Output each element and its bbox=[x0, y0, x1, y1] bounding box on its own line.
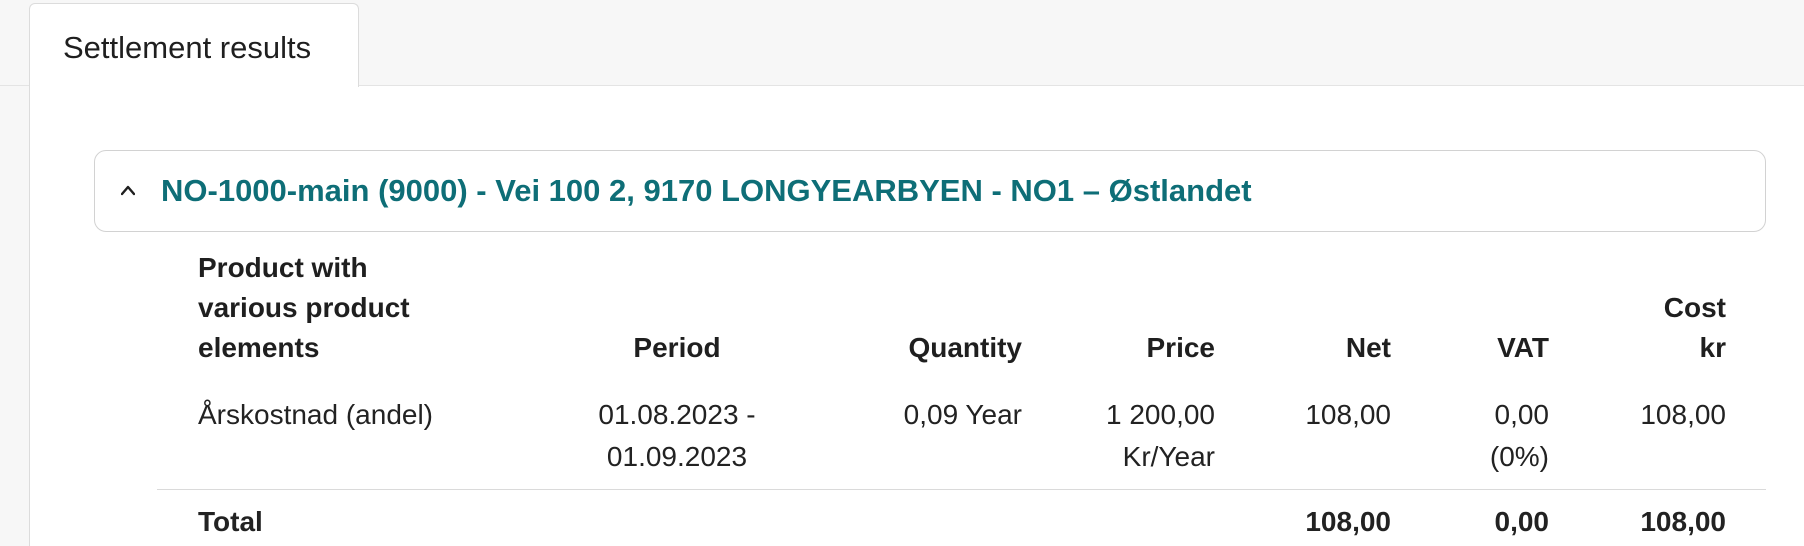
header-quantity: Quantity bbox=[908, 332, 1022, 363]
chevron-up-icon[interactable] bbox=[121, 183, 135, 197]
metering-point-title: NO-1000-main (9000) - Vei 100 2, 9170 LO… bbox=[161, 173, 1252, 208]
tab-label: Settlement results bbox=[63, 30, 312, 65]
tab-bar: Settlement results bbox=[0, 0, 1804, 87]
header-product-line2: various product bbox=[198, 292, 410, 323]
total-cost: 108,00 bbox=[1640, 506, 1726, 537]
cell-product: Årskostnad (andel) bbox=[198, 399, 434, 430]
total-vat: 0,00 bbox=[1494, 506, 1550, 537]
cell-period-start: 01.08.2023 - bbox=[598, 399, 756, 430]
header-price: Price bbox=[1146, 332, 1216, 363]
cell-vat: 0,00 bbox=[1494, 399, 1550, 430]
cell-cost: 108,00 bbox=[1640, 399, 1726, 430]
total-label: Total bbox=[198, 506, 263, 537]
cell-period-end: 01.09.2023 bbox=[606, 441, 748, 472]
cell-price: 1 200,00 bbox=[1106, 399, 1215, 430]
cell-price-unit: Kr/Year bbox=[1122, 441, 1215, 472]
header-product-line1: Product with bbox=[198, 252, 368, 283]
header-vat: VAT bbox=[1497, 332, 1549, 363]
header-cost-line1: Cost bbox=[1663, 292, 1726, 323]
header-product-line3: elements bbox=[198, 332, 320, 363]
cell-quantity: 0,09 Year bbox=[903, 399, 1022, 430]
cell-vat-rate: (0%) bbox=[1489, 441, 1549, 472]
accordion-header[interactable]: NO-1000-main (9000) - Vei 100 2, 9170 LO… bbox=[94, 150, 1766, 232]
header-period: Period bbox=[633, 332, 721, 363]
tab-settlement-results[interactable]: Settlement results bbox=[29, 3, 359, 87]
header-cost-line2: kr bbox=[1699, 332, 1726, 363]
row-divider bbox=[157, 489, 1766, 490]
